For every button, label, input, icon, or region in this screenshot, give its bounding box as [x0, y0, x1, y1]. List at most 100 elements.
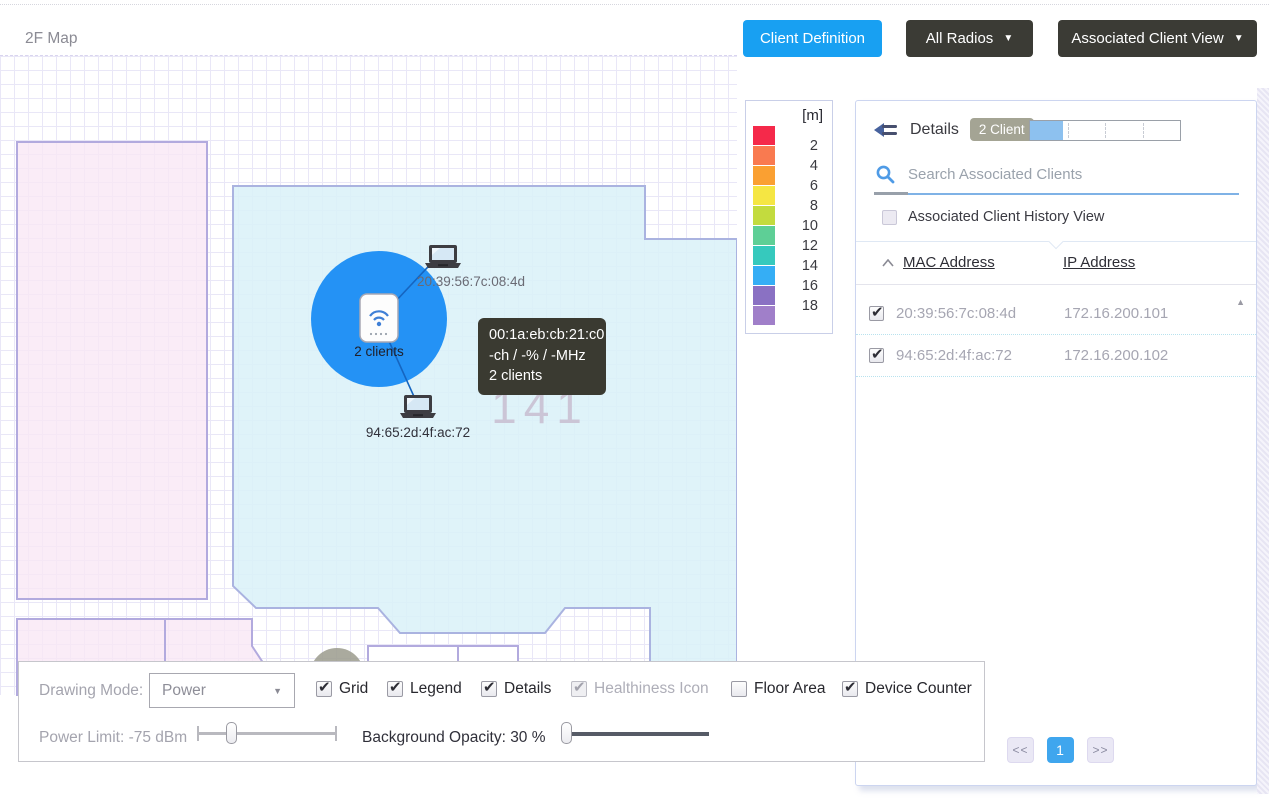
drawing-mode-label: Drawing Mode:	[39, 682, 143, 700]
slider-track[interactable]	[561, 732, 709, 736]
device-counter-label: Device Counter	[865, 680, 972, 698]
table-header: MAC Address IP Address	[882, 254, 1135, 271]
healthiness-icon-toggle: Healthiness Icon	[571, 680, 709, 698]
legend-swatch	[753, 246, 775, 265]
client-row-checkbox[interactable]	[869, 306, 884, 321]
device-counter-toggle[interactable]: Device Counter	[842, 680, 972, 698]
slider-tick	[197, 726, 199, 741]
search-icon	[876, 165, 895, 184]
client-laptop-1[interactable]	[425, 245, 461, 268]
client-row-mac: 94:65:2d:4f:ac:72	[896, 347, 1064, 364]
legend-label: Legend	[410, 680, 462, 698]
client-row-mac: 20:39:56:7c:08:4d	[896, 305, 1064, 322]
pagination-page-1[interactable]: 1	[1047, 737, 1074, 763]
grid-toggle[interactable]: Grid	[316, 680, 368, 698]
drawing-mode-select[interactable]: Power ▼	[149, 673, 295, 708]
back-arrow-icon	[874, 121, 899, 139]
legend-swatch	[753, 206, 775, 225]
legend-tick: 8	[778, 196, 818, 216]
legend-tick: 12	[778, 236, 818, 256]
pagination: << 1 >>	[1007, 737, 1114, 763]
drawing-mode-value: Power	[162, 682, 206, 700]
floor-area-toggle[interactable]: Floor Area	[731, 680, 826, 698]
client-mac-label-2: 94:65:2d:4f:ac:72	[366, 425, 470, 440]
distance-legend: [m] 2 4 6 8 10 12 14 16 18	[745, 100, 833, 334]
client-mac-label-1: 20:39:56:7c:08:4d	[417, 274, 525, 289]
legend-checkbox[interactable]	[387, 681, 403, 697]
search-field[interactable]	[874, 161, 1239, 195]
healthiness-label: Healthiness Icon	[594, 680, 709, 698]
all-radios-label: All Radios	[926, 30, 994, 47]
client-laptop-2[interactable]	[400, 395, 436, 418]
search-input[interactable]	[908, 166, 1208, 183]
ap-tooltip-mac: 00:1a:eb:cb:21:c0	[489, 325, 595, 346]
client-row-1[interactable]: 20:39:56:7c:08:4d 172.16.200.101	[856, 293, 1256, 335]
panel-divider	[856, 241, 1256, 242]
history-view-checkbox[interactable]	[882, 210, 897, 225]
room-pink-left	[17, 142, 207, 599]
legend-swatch	[753, 146, 775, 165]
client-row-2[interactable]: 94:65:2d:4f:ac:72 172.16.200.102	[856, 335, 1256, 377]
map-options-toolbar: Drawing Mode: Power ▼ Grid Legend Detail…	[18, 661, 985, 762]
grid-checkbox[interactable]	[316, 681, 332, 697]
page-edge-texture	[1257, 88, 1269, 794]
all-radios-dropdown[interactable]: All Radios ▼	[906, 20, 1033, 57]
ap-tooltip: 00:1a:eb:cb:21:c0 -ch / -% / -MHz 2 clie…	[478, 318, 606, 395]
slider-track[interactable]	[197, 732, 337, 735]
legend-swatch	[753, 306, 775, 325]
client-count-badge: 2 Client	[970, 118, 1034, 141]
page-top-divider	[0, 4, 1269, 5]
details-checkbox[interactable]	[481, 681, 497, 697]
panel-divider	[856, 284, 1256, 285]
power-limit-thumb[interactable]	[226, 722, 237, 744]
history-view-label: Associated Client History View	[908, 209, 1104, 225]
floor-map[interactable]: 141	[0, 55, 737, 695]
legend-toggle[interactable]: Legend	[387, 680, 462, 698]
details-label: Details	[504, 680, 551, 698]
ap-client-count-label: 2 clients	[354, 344, 404, 359]
associated-client-view-dropdown[interactable]: Associated Client View ▼	[1058, 20, 1257, 57]
client-capacity-fill	[1030, 121, 1063, 140]
page-title: 2F Map	[25, 30, 78, 48]
legend-swatch	[753, 186, 775, 205]
floor-area-label: Floor Area	[754, 680, 826, 698]
ap-tooltip-stats: -ch / -% / -MHz	[489, 346, 595, 367]
client-definition-label: Client Definition	[760, 30, 865, 47]
client-definition-button[interactable]: Client Definition	[743, 20, 882, 57]
legend-tick: 18	[778, 296, 818, 316]
legend-swatch	[753, 266, 775, 285]
floor-area-checkbox[interactable]	[731, 681, 747, 697]
client-row-ip: 172.16.200.101	[1064, 305, 1168, 322]
legend-tick-labels: 2 4 6 8 10 12 14 16 18	[778, 126, 818, 316]
associated-client-view-label: Associated Client View	[1071, 30, 1223, 47]
pagination-prev-button[interactable]: <<	[1007, 737, 1034, 763]
sort-asc-icon[interactable]	[882, 259, 894, 267]
slider-tick	[335, 726, 337, 741]
legend-swatch	[753, 166, 775, 185]
chevron-down-icon: ▼	[1234, 33, 1244, 44]
access-point-icon[interactable]	[360, 294, 398, 342]
legend-tick: 2	[778, 136, 818, 156]
power-limit-slider[interactable]	[197, 722, 337, 744]
client-capacity-bar	[1029, 120, 1181, 141]
legend-tick: 6	[778, 176, 818, 196]
legend-swatch	[753, 126, 775, 145]
device-counter-checkbox[interactable]	[842, 681, 858, 697]
room-141-cyan	[233, 186, 737, 696]
legend-tick: 16	[778, 276, 818, 296]
column-header-mac[interactable]: MAC Address	[903, 254, 1063, 271]
pagination-next-button[interactable]: >>	[1087, 737, 1114, 763]
chevron-down-icon: ▼	[273, 686, 282, 696]
ap-tooltip-clients: 2 clients	[489, 366, 595, 387]
client-row-checkbox[interactable]	[869, 348, 884, 363]
scroll-up-icon[interactable]: ▲	[1236, 297, 1245, 307]
background-opacity-thumb[interactable]	[561, 722, 572, 744]
legend-tick: 14	[778, 256, 818, 276]
details-label: Details	[910, 121, 959, 139]
background-opacity-slider[interactable]	[561, 722, 709, 744]
column-header-ip[interactable]: IP Address	[1063, 254, 1135, 271]
chevron-down-icon: ▼	[1003, 33, 1013, 44]
details-back-button[interactable]: Details 2 Client	[874, 118, 1034, 141]
history-view-toggle[interactable]: Associated Client History View	[882, 209, 1104, 225]
details-toggle[interactable]: Details	[481, 680, 551, 698]
